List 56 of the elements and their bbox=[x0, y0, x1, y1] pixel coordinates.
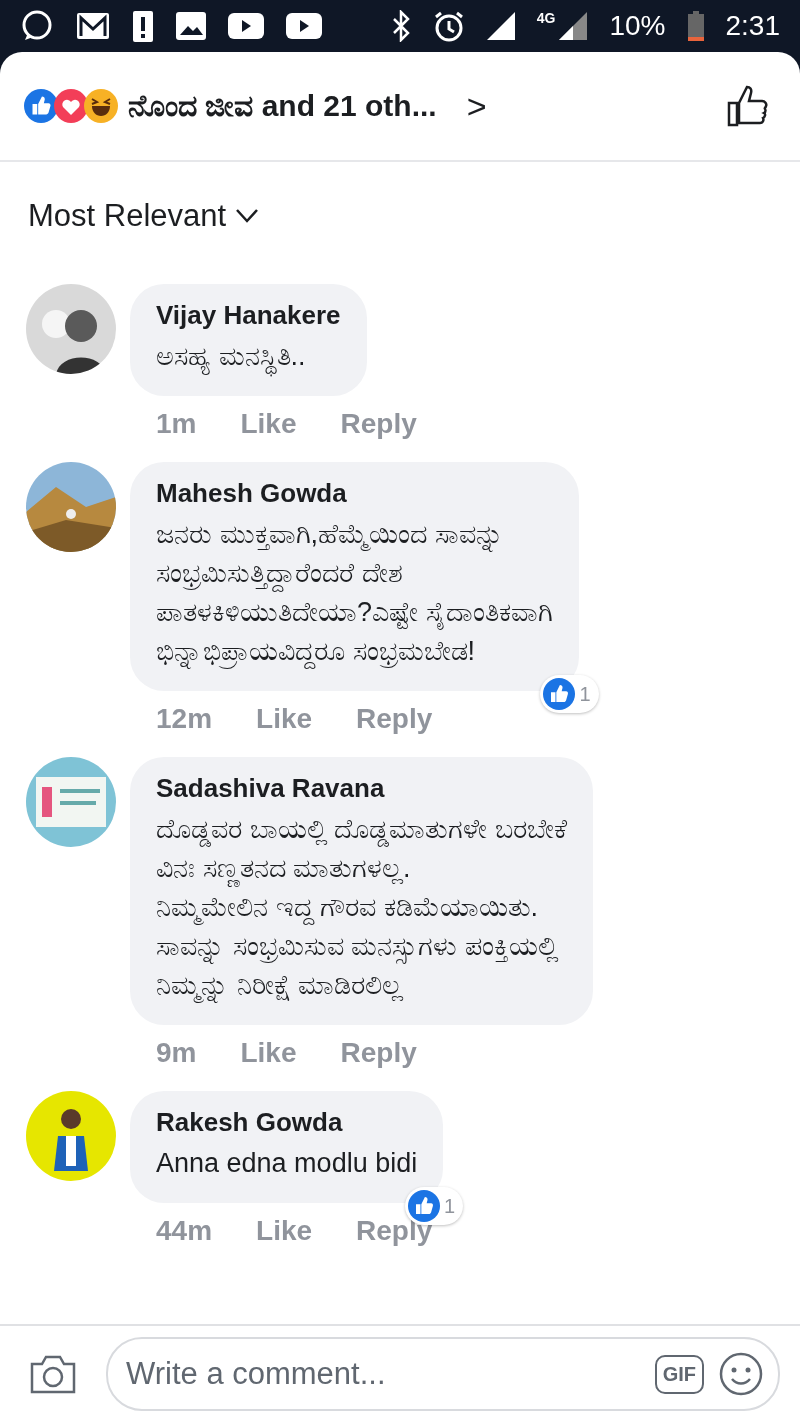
mail-icon bbox=[76, 12, 110, 40]
like-reaction-icon bbox=[24, 89, 58, 123]
signal-icon bbox=[486, 12, 515, 40]
love-reaction-icon bbox=[54, 89, 88, 123]
reactors-text[interactable]: ನೊಂದ ಜೀವ and 21 oth... bbox=[128, 88, 437, 124]
reaction-count: 1 bbox=[444, 1194, 456, 1218]
video-icon bbox=[286, 13, 322, 39]
comment-text: Anna edna modlu bidi bbox=[156, 1147, 418, 1180]
reaction-badge[interactable]: 1 bbox=[540, 675, 599, 713]
comment-text: ಅಸಹ್ಯ ಮನಸ್ಥಿತಿ.. bbox=[156, 337, 341, 376]
comment-time: 9m bbox=[156, 1037, 197, 1069]
comment-time: 12m bbox=[156, 703, 213, 735]
comment-text: ಪಾತಳಕಿಳಿಯುತಿದೇಯಾ?ಎಷ್ಟೇ ಸೈದಾಂತಿಕವಾಗಿ bbox=[156, 593, 553, 632]
like-reaction-icon bbox=[543, 678, 576, 710]
like-link[interactable]: Like bbox=[256, 703, 313, 735]
comment-text: ಸಂಭ್ರಮಿಸುತ್ತಿದ್ದಾರೆಂದರೆ ದೇಶ bbox=[156, 554, 553, 593]
chevron-down-icon bbox=[236, 209, 259, 223]
whatsapp-icon bbox=[20, 9, 54, 43]
image-icon bbox=[176, 12, 206, 40]
alarm-icon bbox=[432, 10, 465, 42]
like-link[interactable]: Like bbox=[240, 408, 297, 440]
signal-icon bbox=[559, 12, 588, 40]
comment-time: 44m bbox=[156, 1215, 213, 1247]
comment-author[interactable]: Vijay Hanakere bbox=[156, 300, 341, 331]
reply-link[interactable]: Reply bbox=[340, 408, 417, 440]
alert-icon bbox=[132, 9, 154, 43]
battery-percentage: 10% bbox=[609, 10, 666, 42]
comment-text: ವಿನಃ ಸಣ್ಣತನದ ಮಾತುಗಳಲ್ಲ. bbox=[156, 849, 567, 888]
comment-text: ಜನರು ಮುಕ್ತವಾಗಿ,ಹೆಮ್ಮೆಯಿಂದ ಸಾವನ್ನು bbox=[156, 515, 553, 554]
bluetooth-icon bbox=[390, 10, 411, 42]
comment-text: ಸಾವನ್ನು ಸಂಭ್ರಮಿಸುವ ಮನಸ್ಸುಗಳು ಪಂಕ್ತಿಯಲ್ಲಿ bbox=[156, 927, 567, 966]
like-link[interactable]: Like bbox=[240, 1037, 297, 1069]
reaction-count: 1 bbox=[579, 682, 591, 706]
network-type: 4G bbox=[536, 10, 556, 26]
reply-link[interactable]: Reply bbox=[340, 1037, 417, 1069]
battery-icon bbox=[687, 11, 704, 41]
comment-author[interactable]: Rakesh Gowda bbox=[156, 1107, 418, 1138]
comment-text: ನಿಮ್ಮಮೇಲಿನ ಇದ್ದ ಗೌರವ ಕಡಿಮೆಯಾಯಿತು. bbox=[156, 888, 567, 927]
reply-link[interactable]: Reply bbox=[356, 703, 433, 735]
sort-dropdown[interactable]: Most Relevant bbox=[28, 198, 259, 234]
chevron[interactable]: > bbox=[466, 86, 487, 126]
like-reaction-icon bbox=[408, 1190, 441, 1222]
comment-text: ದೊಡ್ಡವರ ಬಾಯಲ್ಲಿ ದೊಡ್ಡಮಾತುಗಳೇ ಬರಬೇಕೆ bbox=[156, 810, 567, 849]
comment-time: 1m bbox=[156, 408, 197, 440]
video-icon bbox=[228, 13, 264, 39]
gif-button[interactable]: GIF bbox=[654, 1354, 704, 1394]
comment-input[interactable]: Write a comment... GIF bbox=[106, 1337, 780, 1411]
like-link[interactable]: Like bbox=[256, 1215, 313, 1247]
comment-author[interactable]: Sadashiva Ravana bbox=[156, 773, 567, 804]
comment-text: ನಿಮ್ಮನ್ನು ನಿರೀಕ್ಷೆ ಮಾಡಿರಲಿಲ್ಲ bbox=[156, 966, 567, 1005]
clock: 2:31 bbox=[725, 10, 780, 42]
comment-author[interactable]: Mahesh Gowda bbox=[156, 478, 553, 509]
emoji-icon[interactable] bbox=[718, 1351, 764, 1397]
laughing-reaction-icon bbox=[84, 89, 118, 123]
camera-icon[interactable] bbox=[30, 1354, 76, 1394]
comment-text: ಭಿನ್ನಾಭಿಪ್ರಾಯವಿದ್ದರೂ ಸಂಭ್ರಮಬೇಡ! bbox=[156, 632, 553, 671]
